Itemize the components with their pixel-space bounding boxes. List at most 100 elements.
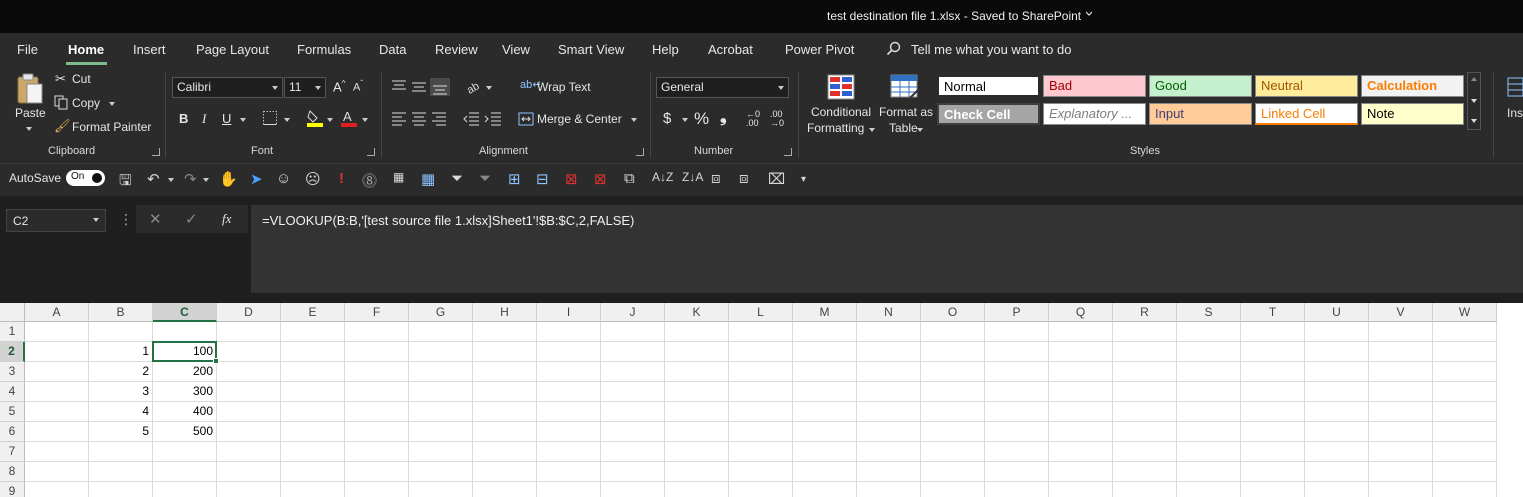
cell-r4[interactable] — [1113, 382, 1177, 402]
cell-w6[interactable] — [1433, 422, 1497, 442]
cell-j5[interactable] — [601, 402, 665, 422]
cell-g1[interactable] — [409, 322, 473, 342]
column-header-p[interactable]: P — [985, 303, 1049, 322]
cell-v8[interactable] — [1369, 462, 1433, 482]
row-header-6[interactable]: 6 — [0, 422, 25, 442]
picture-icon[interactable]: ⌧ — [768, 170, 785, 188]
cell-w5[interactable] — [1433, 402, 1497, 422]
cell-j6[interactable] — [601, 422, 665, 442]
alert-icon[interactable]: ! — [339, 170, 344, 187]
font-color-icon[interactable]: A — [340, 108, 358, 128]
cell-e6[interactable] — [281, 422, 345, 442]
cell-s5[interactable] — [1177, 402, 1241, 422]
cell-w2[interactable] — [1433, 342, 1497, 362]
cell-s3[interactable] — [1177, 362, 1241, 382]
cell-u8[interactable] — [1305, 462, 1369, 482]
cell-l3[interactable] — [729, 362, 793, 382]
cell-o5[interactable] — [921, 402, 985, 422]
cell-m2[interactable] — [793, 342, 857, 362]
currency-icon[interactable]: $ — [663, 110, 671, 127]
cell-l5[interactable] — [729, 402, 793, 422]
cell-i6[interactable] — [537, 422, 601, 442]
cell-o9[interactable] — [921, 482, 985, 497]
redo-dropdown-icon[interactable] — [203, 178, 209, 182]
cell-m4[interactable] — [793, 382, 857, 402]
cell-f1[interactable] — [345, 322, 409, 342]
merge-dropdown-icon[interactable] — [631, 118, 637, 122]
cell-m6[interactable] — [793, 422, 857, 442]
scroll-up-icon[interactable] — [1471, 77, 1477, 81]
cell-w1[interactable] — [1433, 322, 1497, 342]
cell-j9[interactable] — [601, 482, 665, 497]
name-box[interactable]: C2 — [6, 209, 106, 232]
cell-v6[interactable] — [1369, 422, 1433, 442]
tab-power-pivot[interactable]: Power Pivot — [785, 42, 854, 57]
merge-center-button[interactable]: Merge & Center — [537, 112, 622, 126]
column-header-v[interactable]: V — [1369, 303, 1433, 322]
horizontal-align-icons[interactable] — [390, 111, 450, 127]
cell-m3[interactable] — [793, 362, 857, 382]
cell-b7[interactable] — [89, 442, 153, 462]
window-title[interactable]: test destination file 1.xlsx - Saved to … — [827, 9, 1081, 23]
cell-u6[interactable] — [1305, 422, 1369, 442]
cell-style-calculation[interactable]: Calculation — [1361, 75, 1464, 97]
column-header-m[interactable]: M — [793, 303, 857, 322]
tab-view[interactable]: View — [502, 42, 530, 57]
indent-icons[interactable] — [463, 111, 503, 127]
cell-r8[interactable] — [1113, 462, 1177, 482]
italic-icon[interactable]: I — [202, 111, 206, 127]
cell-n4[interactable] — [857, 382, 921, 402]
decrease-decimal-icon[interactable]: .00 →0 — [770, 110, 784, 128]
cell-c6[interactable]: 500 — [153, 422, 217, 442]
row-header-1[interactable]: 1 — [0, 322, 25, 342]
cell-q5[interactable] — [1049, 402, 1113, 422]
screenshot-icon[interactable]: ⧉ — [624, 170, 635, 187]
format-as-table-label-2[interactable]: Table — [889, 121, 918, 135]
cell-k7[interactable] — [665, 442, 729, 462]
cell-v9[interactable] — [1369, 482, 1433, 497]
delete-row-icon[interactable]: ⊠ — [594, 170, 607, 188]
column-header-f[interactable]: F — [345, 303, 409, 322]
tab-page-layout[interactable]: Page Layout — [196, 42, 269, 57]
undo-dropdown-icon[interactable] — [168, 178, 174, 182]
column-header-u[interactable]: U — [1305, 303, 1369, 322]
cell-i7[interactable] — [537, 442, 601, 462]
row-header-4[interactable]: 4 — [0, 382, 25, 402]
currency-dropdown-icon[interactable] — [682, 118, 688, 122]
column-header-d[interactable]: D — [217, 303, 281, 322]
tab-review[interactable]: Review — [435, 42, 478, 57]
cell-s4[interactable] — [1177, 382, 1241, 402]
cell-f3[interactable] — [345, 362, 409, 382]
cell-h7[interactable] — [473, 442, 537, 462]
cell-u1[interactable] — [1305, 322, 1369, 342]
insert-column-icon[interactable]: ⊞ — [508, 170, 521, 188]
cell-s7[interactable] — [1177, 442, 1241, 462]
cell-style-good[interactable]: Good — [1149, 75, 1252, 97]
cell-m8[interactable] — [793, 462, 857, 482]
select-all-corner[interactable] — [0, 303, 25, 322]
cell-r3[interactable] — [1113, 362, 1177, 382]
cell-style-note[interactable]: Note — [1361, 103, 1464, 125]
tab-insert[interactable]: Insert — [133, 42, 166, 57]
cell-w4[interactable] — [1433, 382, 1497, 402]
cell-style-neutral[interactable]: Neutral — [1255, 75, 1358, 97]
scroll-down-icon[interactable] — [1471, 99, 1477, 103]
format-as-table-label-1[interactable]: Format as — [879, 105, 933, 119]
number-format-combo[interactable]: General — [656, 77, 789, 98]
cell-j1[interactable] — [601, 322, 665, 342]
cell-t3[interactable] — [1241, 362, 1305, 382]
cell-t5[interactable] — [1241, 402, 1305, 422]
search-icon[interactable] — [886, 41, 902, 57]
cell-d5[interactable] — [217, 402, 281, 422]
clear-filter-icon[interactable]: ⏷ — [479, 170, 491, 187]
fill-handle[interactable] — [213, 358, 219, 364]
cell-style-explanatory[interactable]: Explanatory ... — [1043, 103, 1146, 125]
cell-p5[interactable] — [985, 402, 1049, 422]
format-as-table-dropdown-icon[interactable] — [917, 128, 923, 132]
spreadsheet-grid[interactable]: A B C D E F G H I J K L M N O P Q R S T U V W 1 2 1 100 3 2 200 4 3 300 5… — [0, 303, 1523, 497]
copy-dropdown-icon[interactable] — [109, 102, 115, 106]
cell-o7[interactable] — [921, 442, 985, 462]
cell-d2[interactable] — [217, 342, 281, 362]
cell-h3[interactable] — [473, 362, 537, 382]
cell-r2[interactable] — [1113, 342, 1177, 362]
